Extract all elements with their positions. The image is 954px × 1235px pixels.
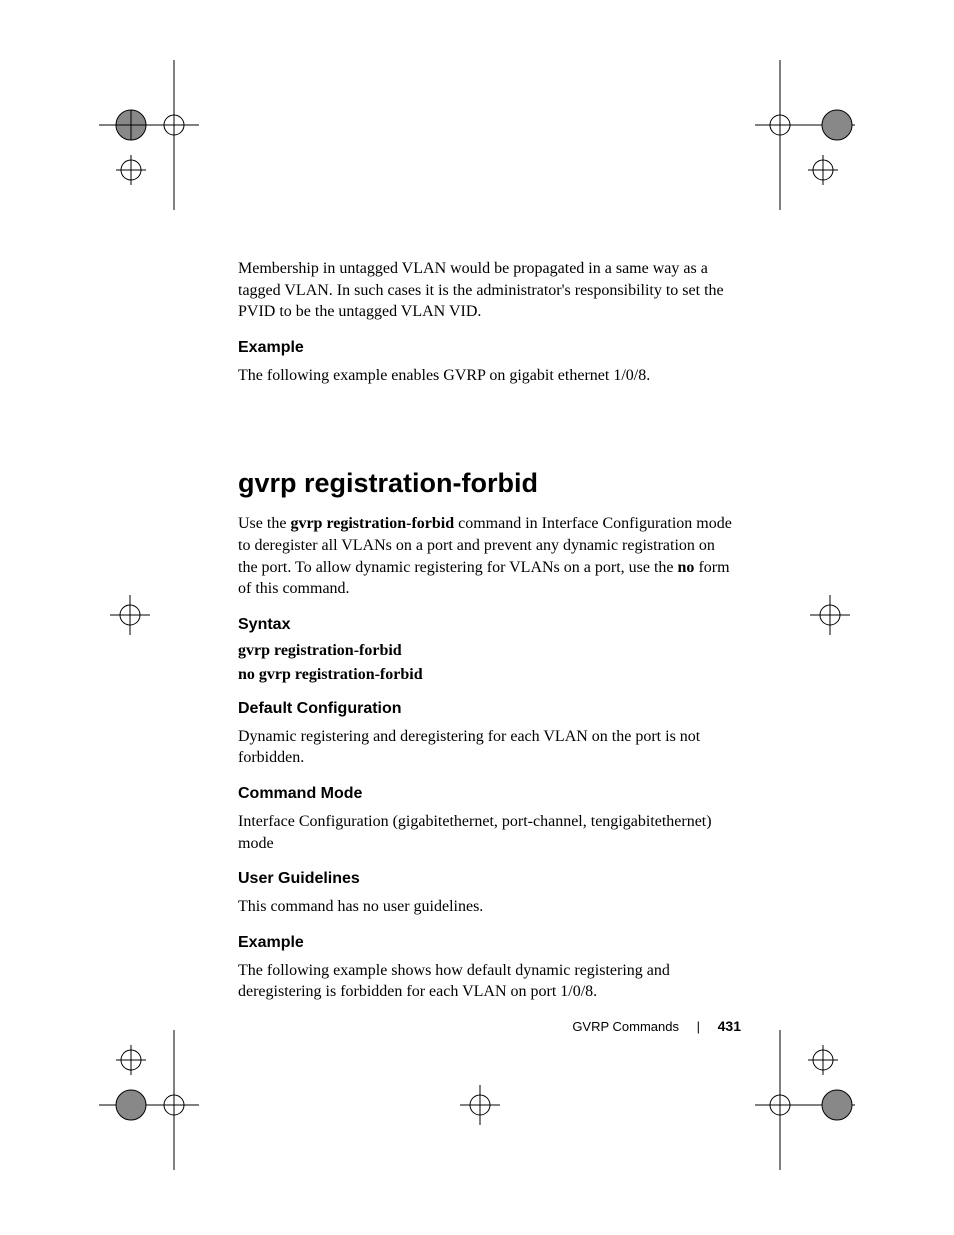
footer-page-number: 431 [718, 1018, 741, 1034]
example2-heading: Example [238, 934, 738, 952]
main-desc-bold2: no [678, 559, 695, 576]
registration-mark-icon [100, 595, 160, 635]
command-mode-heading: Command Mode [238, 785, 738, 803]
registration-mark-icon [800, 595, 860, 635]
main-heading: gvrp registration-forbid [238, 468, 738, 499]
footer-label: GVRP Commands [572, 1019, 679, 1034]
intro-paragraph: Membership in untagged VLAN would be pro… [238, 258, 738, 323]
registration-mark-icon [755, 60, 855, 210]
syntax-line2: no gvrp registration-forbid [238, 666, 738, 684]
default-config-heading: Default Configuration [238, 700, 738, 718]
registration-mark-icon [99, 1030, 199, 1180]
example1-text: The following example enables GVRP on gi… [238, 365, 738, 387]
example1-heading: Example [238, 339, 738, 357]
main-description: Use the gvrp registration-forbid command… [238, 513, 738, 599]
user-guidelines-heading: User Guidelines [238, 870, 738, 888]
registration-mark-icon [450, 1085, 510, 1125]
main-desc-pre: Use the [238, 515, 290, 532]
command-mode-text: Interface Configuration (gigabitethernet… [238, 811, 738, 854]
user-guidelines-text: This command has no user guidelines. [238, 896, 738, 918]
default-config-text: Dynamic registering and deregistering fo… [238, 726, 738, 769]
registration-mark-icon [755, 1030, 855, 1180]
syntax-heading: Syntax [238, 616, 738, 634]
page-content: Membership in untagged VLAN would be pro… [238, 258, 738, 1017]
syntax-line1: gvrp registration-forbid [238, 642, 738, 660]
footer-separator: | [697, 1019, 700, 1034]
example2-text: The following example shows how default … [238, 960, 738, 1003]
page-footer: GVRP Commands | 431 [572, 1018, 741, 1034]
registration-mark-icon [99, 60, 199, 210]
main-desc-bold: gvrp registration-forbid [290, 515, 454, 532]
